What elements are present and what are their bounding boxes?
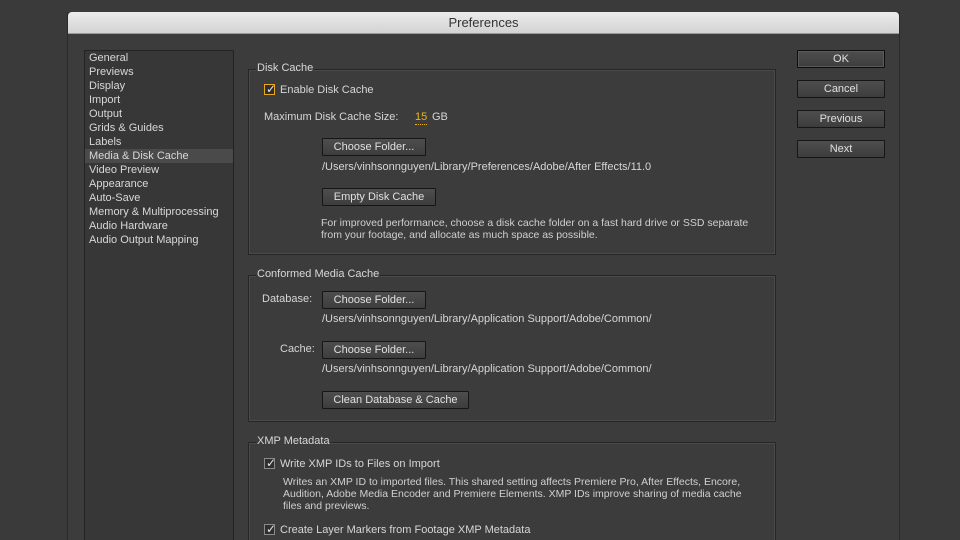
disk-cache-title: Disk Cache [256, 61, 315, 75]
disk-cache-path: /Users/vinhsonnguyen/Library/Preferences… [322, 161, 652, 173]
database-label: Database: [262, 293, 313, 305]
max-cache-size-value[interactable]: 15 [415, 110, 428, 125]
conformed-media-cache-title: Conformed Media Cache [256, 267, 381, 281]
ok-button[interactable]: OK [797, 50, 885, 68]
checkmark-icon: ✓ [266, 522, 277, 536]
database-choose-folder-button[interactable]: Choose Folder... [322, 291, 426, 309]
sidebar-item-display[interactable]: Display [85, 79, 233, 93]
max-cache-size-label: Maximum Disk Cache Size: [264, 111, 399, 123]
sidebar-item-import[interactable]: Import [85, 93, 233, 107]
checkmark-icon: ✓ [266, 456, 277, 470]
sidebar-item-appearance[interactable]: Appearance [85, 177, 233, 191]
cache-label: Cache: [280, 343, 315, 355]
sidebar-item-audio-output-mapping[interactable]: Audio Output Mapping [85, 233, 233, 247]
sidebar-item-output[interactable]: Output [85, 107, 233, 121]
empty-disk-cache-button[interactable]: Empty Disk Cache [322, 188, 436, 206]
xmp-metadata-group: XMP Metadata ✓ Write XMP IDs to Files on… [248, 434, 776, 540]
category-list[interactable]: General Previews Display Import Output G… [84, 50, 234, 540]
sidebar-item-general[interactable]: General [85, 51, 233, 65]
window-title: Preferences [68, 12, 899, 34]
write-xmp-ids-label: Write XMP IDs to Files on Import [280, 458, 440, 470]
conformed-media-cache-group: Conformed Media Cache Database: Choose F… [248, 267, 776, 422]
sidebar-item-grids-guides[interactable]: Grids & Guides [85, 121, 233, 135]
sidebar-item-video-preview[interactable]: Video Preview [85, 163, 233, 177]
sidebar-item-media-disk-cache[interactable]: Media & Disk Cache [85, 149, 233, 163]
sidebar-item-auto-save[interactable]: Auto-Save [85, 191, 233, 205]
disk-cache-group: Disk Cache ✓ Enable Disk Cache Maximum D… [248, 61, 776, 255]
database-path: /Users/vinhsonnguyen/Library/Application… [322, 313, 652, 325]
checkmark-icon: ✓ [266, 82, 277, 96]
disk-cache-choose-folder-button[interactable]: Choose Folder... [322, 138, 426, 156]
sidebar-item-audio-hardware[interactable]: Audio Hardware [85, 219, 233, 233]
previous-button[interactable]: Previous [797, 110, 885, 128]
next-button[interactable]: Next [797, 140, 885, 158]
cache-path: /Users/vinhsonnguyen/Library/Application… [322, 363, 652, 375]
xmp-metadata-title: XMP Metadata [256, 434, 331, 448]
cancel-button[interactable]: Cancel [797, 80, 885, 98]
sidebar-item-labels[interactable]: Labels [85, 135, 233, 149]
preferences-window: Preferences General Previews Display Imp… [67, 12, 900, 540]
enable-disk-cache-label: Enable Disk Cache [280, 84, 374, 96]
write-xmp-ids-description: Writes an XMP ID to imported files. This… [283, 476, 742, 512]
enable-disk-cache-checkbox[interactable]: ✓ [264, 82, 277, 96]
disk-cache-description: For improved performance, choose a disk … [321, 217, 749, 241]
write-xmp-ids-checkbox[interactable]: ✓ [264, 456, 277, 470]
create-layer-markers-checkbox[interactable]: ✓ [264, 522, 277, 536]
cache-choose-folder-button[interactable]: Choose Folder... [322, 341, 426, 359]
clean-database-cache-button[interactable]: Clean Database & Cache [322, 391, 469, 409]
max-cache-size-unit: GB [432, 111, 448, 123]
sidebar-item-previews[interactable]: Previews [85, 65, 233, 79]
sidebar-item-memory[interactable]: Memory & Multiprocessing [85, 205, 233, 219]
create-layer-markers-label: Create Layer Markers from Footage XMP Me… [280, 524, 531, 536]
